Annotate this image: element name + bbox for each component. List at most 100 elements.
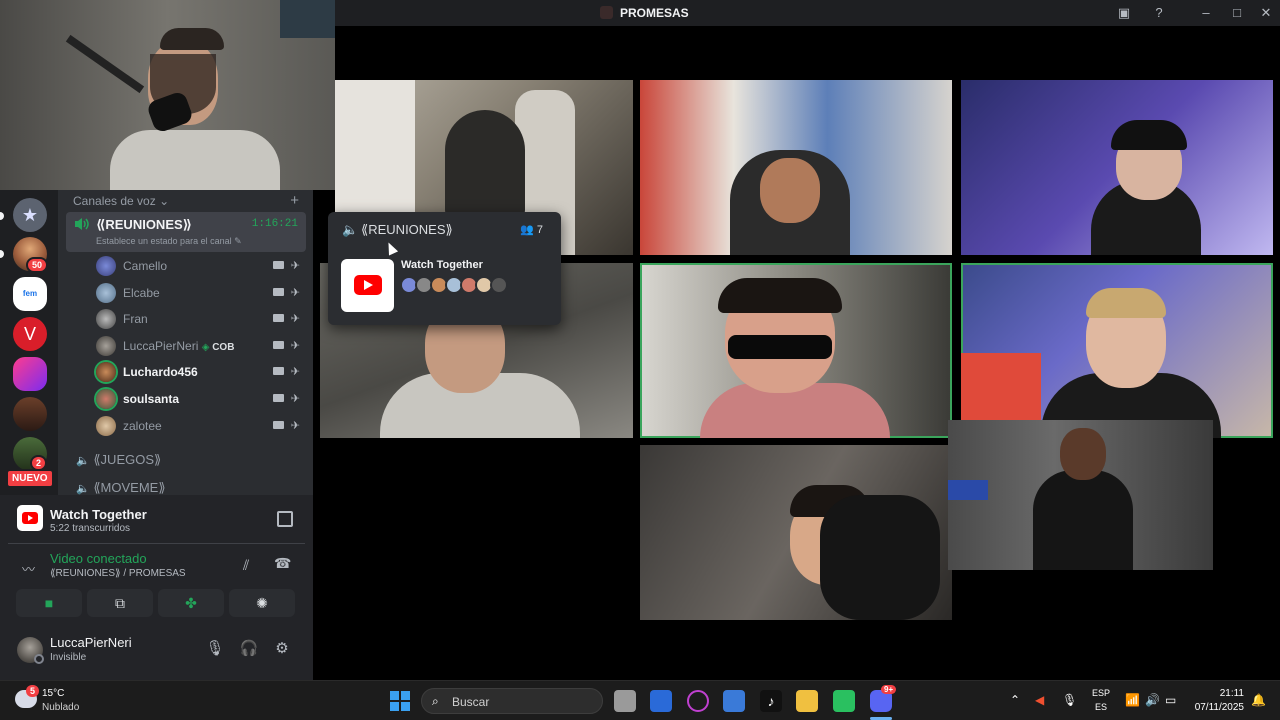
opera-icon[interactable] xyxy=(687,690,709,712)
voice-channel[interactable]: 🔈 ⟪JUEGOS⟫ xyxy=(76,452,161,468)
maximize-icon[interactable]: □ xyxy=(1228,4,1246,22)
camera-icon xyxy=(273,314,284,322)
voice-member[interactable]: Fran ✈ xyxy=(96,307,306,329)
battery-icon[interactable]: ▭ xyxy=(1165,693,1176,707)
weather-description[interactable]: Nublado xyxy=(42,702,79,713)
inbox-icon[interactable]: ▣ xyxy=(1115,4,1133,22)
speaker-icon: 🔈 xyxy=(342,222,359,237)
signal-icon[interactable]: 〰 xyxy=(22,559,35,578)
youtube-icon[interactable] xyxy=(341,259,394,312)
popout-channel-name: ⟪REUNIONES⟫ xyxy=(361,222,453,237)
voice-channel[interactable]: 🔈 ⟪MOVEME⟫ xyxy=(76,480,166,496)
activity-elapsed: 5:22 transcurridos xyxy=(50,523,131,534)
active-voice-channel[interactable]: ⟪REUNIONES⟫ 1:16:21 Establece un estado … xyxy=(66,212,306,252)
help-icon[interactable]: ? xyxy=(1150,4,1168,22)
disconnect-icon[interactable]: ☎ xyxy=(274,555,291,572)
add-channel-icon[interactable]: + xyxy=(290,192,299,209)
discord-badge: 9+ xyxy=(881,685,897,694)
close-icon[interactable]: ✕ xyxy=(1257,4,1275,22)
valorant-server-icon[interactable]: V xyxy=(13,317,47,351)
voice-channels-header[interactable]: Canales de voz ⌄ xyxy=(73,194,169,208)
channel-name: ⟪REUNIONES⟫ xyxy=(96,217,193,232)
partner-server-icon[interactable]: fem xyxy=(13,277,47,311)
title-bar: PROMESAS ▣ ? – □ ✕ xyxy=(335,0,1280,26)
channel-status[interactable]: Establece un estado para el canal ✎ xyxy=(96,236,242,247)
task-view-icon[interactable] xyxy=(614,690,636,712)
store-icon[interactable] xyxy=(723,690,745,712)
voice-connection-status[interactable]: Video conectado xyxy=(50,551,147,566)
user-status: Invisible xyxy=(50,652,87,663)
voice-member[interactable]: LuccaPierNeri ◈ COB ✈ xyxy=(96,334,306,356)
volume-icon[interactable]: 🔊 xyxy=(1145,693,1160,707)
star-server-icon[interactable]: ★ xyxy=(13,198,47,232)
mention-badge: 50 xyxy=(26,257,49,273)
avatar xyxy=(490,276,508,294)
stream-icon: ✈ xyxy=(290,340,300,352)
microphone-icon[interactable]: 🎙 xyxy=(205,639,225,659)
avatar xyxy=(96,389,116,409)
tray-app-icon[interactable]: ◀ xyxy=(1035,693,1044,707)
notification-bell-icon[interactable]: 🔔 xyxy=(1251,693,1266,707)
video-tile-speaking[interactable] xyxy=(640,263,952,438)
noise-suppression-icon[interactable]: ⫽ xyxy=(243,557,249,574)
stream-icon: ✈ xyxy=(290,393,300,405)
tag-icon: ◈ xyxy=(201,342,210,353)
member-name: Fran xyxy=(123,312,148,326)
search-input[interactable]: ⌕ Buscar xyxy=(421,688,603,714)
user-name[interactable]: LuccaPierNeri xyxy=(50,635,132,650)
streamer-webcam xyxy=(0,0,335,190)
stream-icon: ✈ xyxy=(290,366,300,378)
video-tile[interactable] xyxy=(640,445,952,620)
video-tile[interactable] xyxy=(961,80,1273,255)
role-tag: ◈ COB xyxy=(202,342,235,353)
taskbar: 5 15°C Nublado ⌕ Buscar ♪ 9+ ⌃ ◀ 🎙 ESP E… xyxy=(0,680,1280,720)
voice-member[interactable]: soulsanta ✈ xyxy=(96,387,306,409)
member-name: soulsanta xyxy=(123,392,180,406)
app-icon[interactable] xyxy=(833,690,855,712)
voice-member[interactable]: Camello ✈ xyxy=(96,254,306,276)
community-server-icon[interactable] xyxy=(13,397,47,431)
video-tile[interactable] xyxy=(948,420,1213,570)
tray-microphone-icon[interactable]: 🎙 xyxy=(1062,693,1077,707)
weather-temperature[interactable]: 15°C xyxy=(42,688,64,699)
game-server-icon[interactable] xyxy=(13,357,47,391)
popout-icon[interactable] xyxy=(277,511,293,527)
windows-start-icon[interactable] xyxy=(390,691,410,711)
screen-share-button[interactable]: ⧉ xyxy=(87,589,153,617)
activities-icon: ✤ xyxy=(185,595,197,611)
video-tile[interactable] xyxy=(640,80,952,255)
popout-user-count: 👥 7 xyxy=(520,223,543,236)
soundboard-button[interactable]: ✺ xyxy=(229,589,295,617)
user-bar: LuccaPierNeri Invisible 🎙 🎧 ⚙ xyxy=(0,625,313,680)
activities-button[interactable]: ✤ xyxy=(158,589,224,617)
weather-badge: 5 xyxy=(26,685,40,697)
speaker-icon: 🔈 xyxy=(76,455,90,467)
camera-button[interactable]: ■ xyxy=(16,589,82,617)
member-name: Elcabe xyxy=(123,286,160,300)
clock-time[interactable]: 21:11 xyxy=(1220,688,1244,699)
activity-row[interactable]: Watch Together 5:22 transcurridos xyxy=(8,497,305,541)
clock-date[interactable]: 07/11/2025 xyxy=(1195,702,1244,713)
popout-activity-title[interactable]: Watch Together xyxy=(401,259,483,271)
headphones-icon[interactable]: 🎧 xyxy=(239,639,259,659)
input-layout[interactable]: ES xyxy=(1095,702,1107,712)
voice-member[interactable]: Luchardo456 ✈ xyxy=(96,360,306,382)
video-tile-speaking[interactable] xyxy=(961,263,1273,438)
screen-share-icon: ⧉ xyxy=(115,595,125,611)
popout-user-count-value: 7 xyxy=(536,224,543,236)
tiktok-icon[interactable]: ♪ xyxy=(760,690,782,712)
input-language[interactable]: ESP xyxy=(1092,688,1110,698)
settings-gear-icon[interactable]: ⚙ xyxy=(272,639,292,659)
camera-icon xyxy=(273,341,284,349)
camera-icon xyxy=(273,394,284,402)
voice-member[interactable]: Elcabe ✈ xyxy=(96,281,306,303)
avatar xyxy=(96,336,116,356)
wifi-icon[interactable]: 📶 xyxy=(1125,693,1140,707)
voice-member[interactable]: zalotee ✈ xyxy=(96,414,306,436)
minimize-icon[interactable]: – xyxy=(1197,4,1215,22)
voice-connection-channel[interactable]: ⟪REUNIONES⟫ / PROMESAS xyxy=(50,568,186,579)
file-explorer-icon[interactable] xyxy=(796,690,818,712)
outlook-icon[interactable] xyxy=(650,690,672,712)
tray-chevron-up-icon[interactable]: ⌃ xyxy=(1010,693,1020,707)
search-icon: ⌕ xyxy=(432,694,439,708)
